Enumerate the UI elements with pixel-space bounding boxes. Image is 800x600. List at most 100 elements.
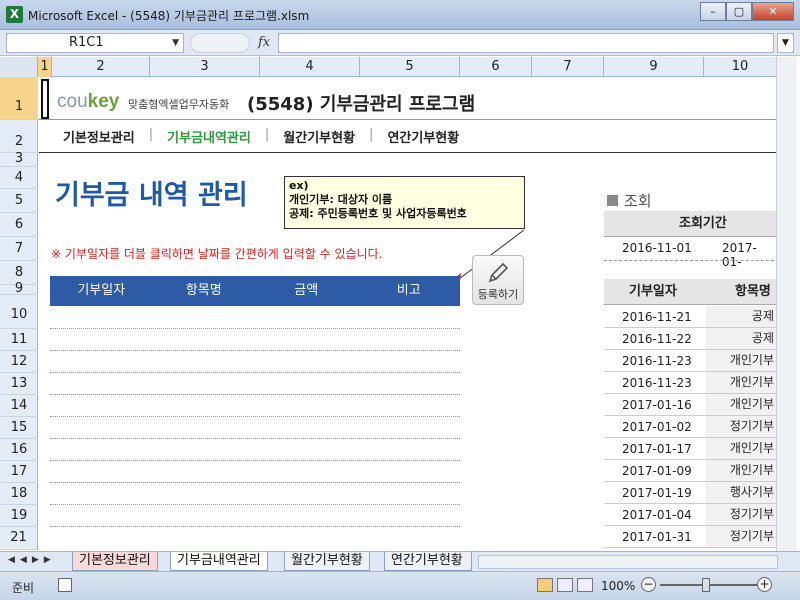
query-record-row[interactable]: 2016-11-23 개인기부 bbox=[604, 372, 776, 394]
column-header[interactable]: 3 bbox=[150, 57, 260, 77]
entry-row[interactable] bbox=[50, 394, 460, 395]
close-button[interactable]: ✕ bbox=[752, 2, 794, 21]
entry-row[interactable] bbox=[50, 328, 460, 329]
row-header[interactable]: 2 bbox=[0, 120, 38, 153]
selected-cell bbox=[41, 79, 49, 119]
query-end-date[interactable]: 2017-01- bbox=[722, 241, 776, 269]
zoom-out-button[interactable]: − bbox=[641, 577, 656, 592]
sheet-tab-yearly-status[interactable]: 연간기부현황 bbox=[384, 552, 472, 571]
page-layout-view-button[interactable] bbox=[557, 578, 573, 592]
query-record-row[interactable]: 2017-01-16 개인기부 bbox=[604, 394, 776, 416]
column-header[interactable]: 7 bbox=[532, 57, 604, 77]
macro-record-icon[interactable] bbox=[58, 578, 72, 592]
worksheet[interactable]: coukey 맞춤형엑셀업무자동화 (5548) 기부금관리 프로그램 기본정보… bbox=[39, 77, 776, 550]
column-header[interactable]: 5 bbox=[360, 57, 460, 77]
row-header[interactable]: 17 bbox=[0, 461, 38, 483]
zoom-level[interactable]: 100% bbox=[601, 579, 635, 593]
column-header[interactable]: 6 bbox=[460, 57, 532, 77]
column-header[interactable]: 1 bbox=[38, 57, 52, 77]
entry-row[interactable] bbox=[50, 416, 460, 417]
query-start-date[interactable]: 2016-11-01 bbox=[622, 241, 692, 255]
nav-basic-info[interactable]: 기본정보관리 bbox=[63, 127, 135, 146]
query-record-row[interactable]: 2016-11-21 공제 bbox=[604, 306, 776, 328]
query-record-row[interactable]: 2017-01-02 정기기부 bbox=[604, 416, 776, 438]
row-header[interactable]: 4 bbox=[0, 167, 38, 189]
restore-button[interactable]: ▢ bbox=[726, 2, 752, 21]
name-box[interactable]: R1C1 ▼ bbox=[6, 33, 184, 53]
row-header[interactable]: 5 bbox=[0, 189, 38, 213]
insert-function-icon[interactable]: fx bbox=[258, 35, 270, 50]
query-record-row[interactable]: 2017-01-09 개인기부 bbox=[604, 460, 776, 482]
title-bar: X Microsoft Excel - (5548) 기부금관리 프로그램.xl… bbox=[0, 0, 800, 30]
zoom-in-button[interactable]: + bbox=[757, 577, 772, 592]
minimize-button[interactable]: – bbox=[700, 2, 726, 21]
row-header[interactable]: 19 bbox=[0, 505, 38, 527]
excel-app-icon[interactable]: X bbox=[6, 6, 23, 23]
sheet-tab-basic-info[interactable]: 기본정보관리 bbox=[72, 552, 158, 571]
column-header[interactable]: 2 bbox=[52, 57, 150, 77]
nav-separator: | bbox=[148, 127, 154, 142]
row-header[interactable]: 6 bbox=[0, 213, 38, 237]
column-header[interactable]: 4 bbox=[260, 57, 360, 77]
vertical-scrollbar[interactable] bbox=[776, 57, 796, 551]
tab-navigation-arrows[interactable]: ◀◀▶▶ bbox=[8, 555, 56, 565]
divider bbox=[39, 152, 776, 153]
row-header[interactable]: 21 bbox=[0, 527, 38, 550]
main-navigation: 기본정보관리 | 기부금내역관리 | 월간기부현황 | 연간기부현황 bbox=[63, 127, 459, 146]
query-record-row[interactable]: 2017-01-17 개인기부 bbox=[604, 438, 776, 460]
chevron-down-icon[interactable]: ▼ bbox=[172, 34, 179, 52]
row-header[interactable]: 3 bbox=[0, 152, 38, 167]
cell-reference: R1C1 bbox=[69, 35, 104, 50]
normal-view-button[interactable] bbox=[537, 578, 553, 592]
record-date: 2016-11-23 bbox=[622, 354, 692, 368]
query-record-row[interactable]: 2017-01-31 정기기부 bbox=[604, 526, 776, 548]
window-title: Microsoft Excel - (5548) 기부금관리 프로그램.xlsm bbox=[28, 9, 310, 23]
page-break-view-button[interactable] bbox=[577, 578, 593, 592]
entry-row[interactable] bbox=[50, 460, 460, 461]
sheet-tab-monthly-status[interactable]: 월간기부현황 bbox=[284, 552, 370, 571]
table-header-item: 항목명 bbox=[185, 283, 222, 298]
program-title: (5548) 기부금관리 프로그램 bbox=[247, 94, 476, 115]
formula-input[interactable] bbox=[278, 33, 774, 53]
row-header[interactable]: 14 bbox=[0, 395, 38, 417]
nav-separator: | bbox=[369, 127, 374, 142]
query-record-row[interactable]: 2017-01-19 행사기부 bbox=[604, 482, 776, 504]
entry-row[interactable] bbox=[50, 372, 460, 373]
entry-row[interactable] bbox=[50, 350, 460, 351]
table-header-amount: 금액 bbox=[294, 283, 319, 298]
horizontal-scrollbar[interactable] bbox=[478, 555, 778, 569]
row-header[interactable]: 10 bbox=[0, 295, 38, 329]
entry-row[interactable] bbox=[50, 438, 460, 439]
nav-yearly-status[interactable]: 연간기부현황 bbox=[387, 127, 459, 146]
entry-row[interactable] bbox=[50, 504, 460, 505]
row-header[interactable]: 12 bbox=[0, 351, 38, 373]
register-button[interactable]: 등록하기 bbox=[472, 255, 524, 305]
query-record-row[interactable]: 2017-01-04 정기기부 bbox=[604, 504, 776, 526]
row-header[interactable]: 1 bbox=[0, 77, 38, 120]
zoom-slider-thumb[interactable] bbox=[702, 578, 710, 592]
entry-row[interactable] bbox=[50, 482, 460, 483]
query-record-row[interactable]: 2016-11-22 공제 bbox=[604, 328, 776, 350]
record-date: 2017-01-09 bbox=[622, 464, 692, 478]
query-record-row[interactable]: 2016-11-23 개인기부 bbox=[604, 350, 776, 372]
column-header[interactable]: 9 bbox=[604, 57, 704, 77]
row-header[interactable]: 11 bbox=[0, 329, 38, 351]
record-item-name: 공제 bbox=[706, 306, 776, 327]
expand-formula-bar-button[interactable]: ▼ bbox=[777, 33, 794, 53]
formula-bar: R1C1 ▼ fx ▼ bbox=[0, 30, 800, 56]
row-header[interactable]: 9 bbox=[0, 282, 38, 295]
row-header[interactable]: 7 bbox=[0, 237, 38, 261]
sheet-tab-donation-records[interactable]: 기부금내역관리 bbox=[170, 552, 268, 571]
nav-monthly-status[interactable]: 월간기부현황 bbox=[283, 127, 355, 146]
row-header[interactable]: 16 bbox=[0, 439, 38, 461]
entry-row[interactable] bbox=[50, 526, 460, 527]
select-all-corner[interactable] bbox=[0, 57, 38, 77]
column-header[interactable]: 10 bbox=[704, 57, 776, 77]
nav-donation-records[interactable]: 기부금내역관리 bbox=[167, 127, 251, 146]
row-header[interactable]: 13 bbox=[0, 373, 38, 395]
formula-bar-splitter[interactable] bbox=[190, 33, 250, 53]
square-bullet-icon bbox=[607, 195, 618, 206]
row-header[interactable]: 15 bbox=[0, 417, 38, 439]
divider bbox=[39, 119, 776, 120]
row-header[interactable]: 18 bbox=[0, 483, 38, 505]
